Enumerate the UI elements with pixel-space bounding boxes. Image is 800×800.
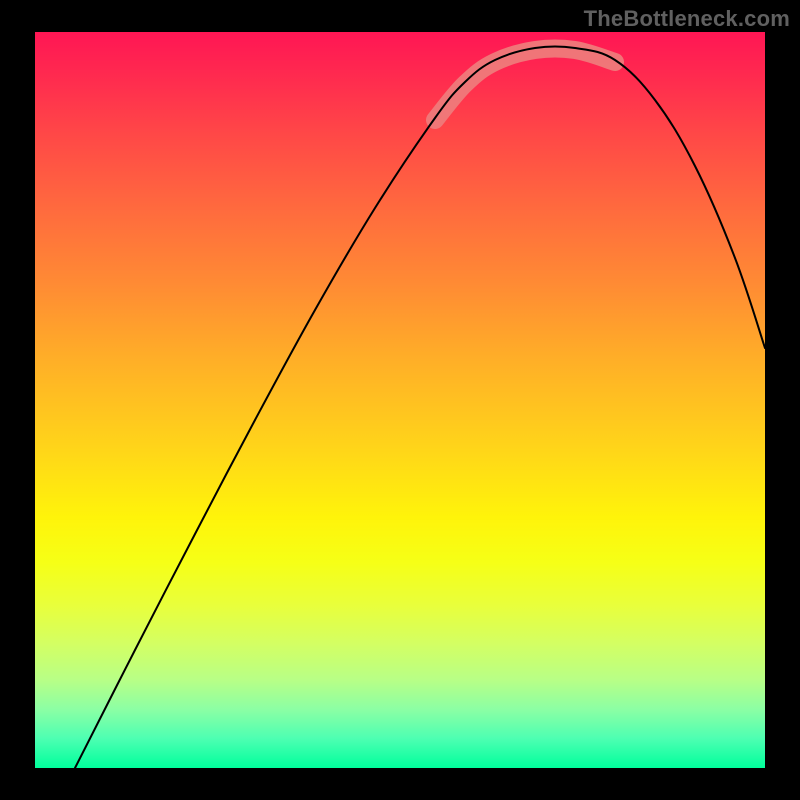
- curve-layer: [35, 32, 765, 768]
- watermark-text: TheBottleneck.com: [584, 6, 790, 32]
- bottleneck-curve: [75, 46, 765, 768]
- chart-frame: TheBottleneck.com: [0, 0, 800, 800]
- plot-area: [35, 32, 765, 768]
